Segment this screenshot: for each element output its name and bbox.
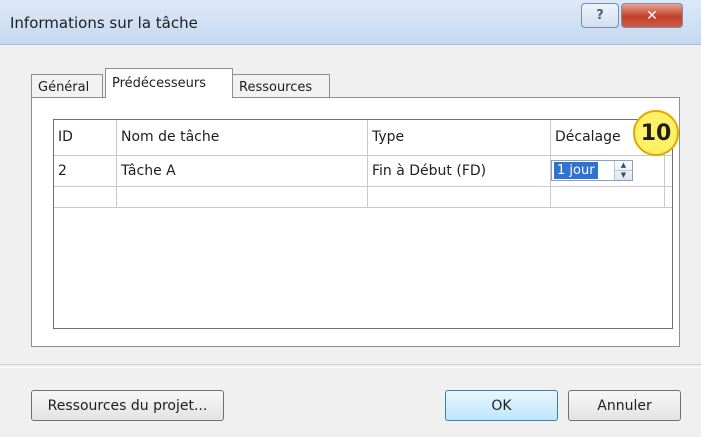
row-divider [54, 155, 672, 156]
column-header-id[interactable]: ID [58, 129, 73, 145]
ok-button[interactable]: OK [445, 390, 558, 421]
column-divider [367, 120, 368, 208]
tab-predecessors-label: Prédécesseurs [112, 76, 206, 91]
question-icon: ? [596, 8, 604, 23]
footer-divider [0, 364, 701, 368]
row-id-cell[interactable]: 2 [58, 163, 67, 179]
spin-up-icon[interactable]: ▲ [615, 161, 632, 171]
column-divider [116, 120, 117, 208]
tab-predecessors[interactable]: Prédécesseurs [105, 68, 233, 98]
predecessors-panel: ID Nom de tâche Type Décalage 2 Tâche A … [31, 97, 680, 347]
lag-spinner[interactable]: ▲ ▼ [614, 161, 632, 180]
column-header-task-name[interactable]: Nom de tâche [121, 129, 219, 145]
spin-down-icon[interactable]: ▼ [615, 171, 632, 180]
row-divider [54, 207, 672, 208]
cancel-button[interactable]: Annuler [568, 390, 681, 421]
column-header-type[interactable]: Type [372, 129, 404, 145]
step-annotation-badge: 10 [633, 110, 679, 156]
column-header-lag[interactable]: Décalage [555, 129, 621, 145]
project-resources-button[interactable]: Ressources du projet... [31, 390, 224, 421]
close-button[interactable]: ✕ [621, 3, 683, 28]
close-icon: ✕ [646, 7, 658, 24]
lag-value-selected: 1 jour [554, 162, 598, 179]
tab-resources-label: Ressources [239, 80, 313, 95]
tab-general-label: Général [38, 80, 90, 95]
title-bar: Informations sur la tâche ? ✕ [0, 0, 701, 45]
window-title: Informations sur la tâche [10, 14, 198, 32]
row-task-name-cell[interactable]: Tâche A [121, 163, 176, 179]
lag-input[interactable]: 1 jour ▲ ▼ [551, 160, 633, 181]
predecessors-table[interactable]: ID Nom de tâche Type Décalage 2 Tâche A … [53, 119, 673, 329]
row-divider [54, 186, 672, 187]
help-button[interactable]: ? [581, 3, 619, 28]
row-type-cell[interactable]: Fin à Début (FD) [372, 163, 486, 179]
